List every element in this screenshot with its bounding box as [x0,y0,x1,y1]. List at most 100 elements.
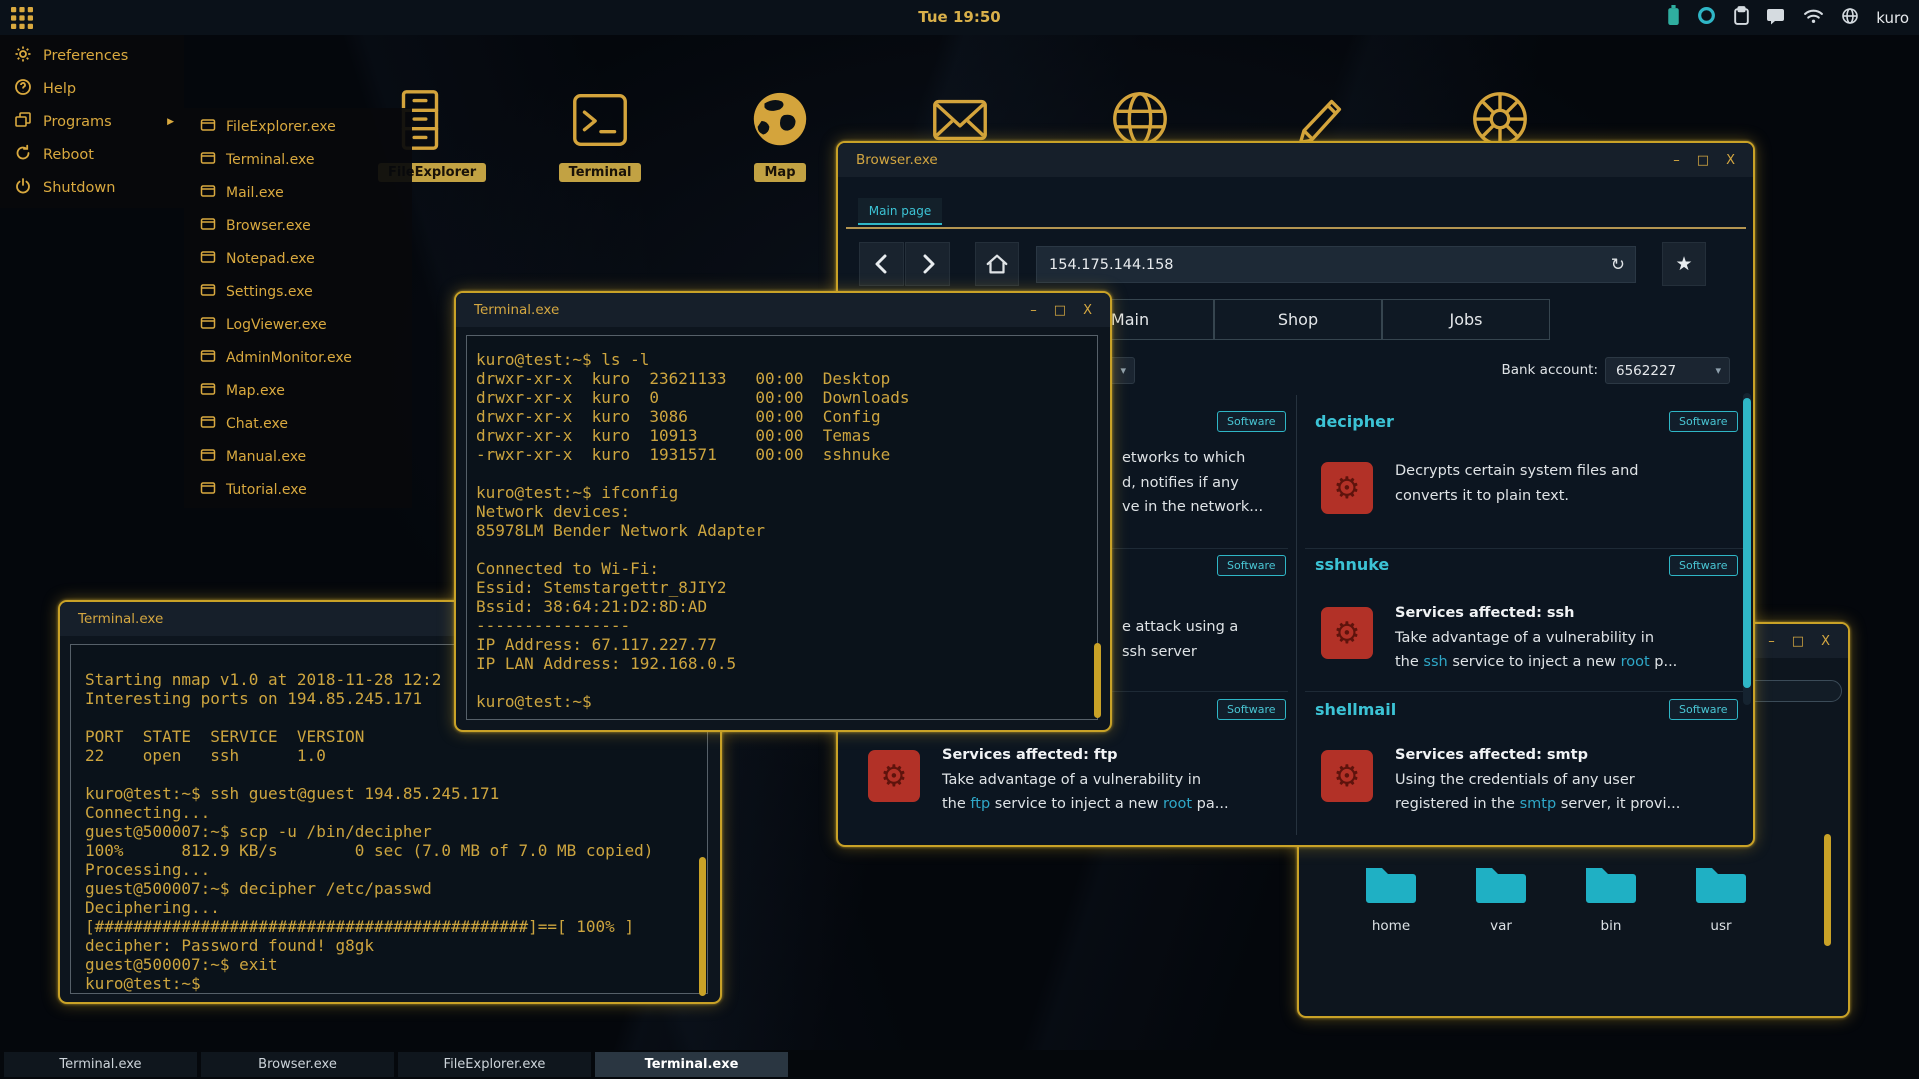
gear-icon [14,45,32,67]
forward-button[interactable] [905,242,950,286]
submenu-item-label: Notepad.exe [226,251,315,267]
tab-jobs[interactable]: Jobs [1382,299,1550,340]
maximize-button[interactable]: □ [1792,634,1804,649]
tab-shop[interactable]: Shop [1214,299,1382,340]
menu-item-shutdown[interactable]: Shutdown [0,171,184,204]
submenu-item-label: LogViewer.exe [226,317,327,333]
desktop-icon-label: Terminal [559,163,642,182]
terminal-icon [566,138,634,157]
software-description: Services affected: ssh Take advantage of… [1395,601,1677,675]
menu-item-label: Reboot [43,147,94,163]
browser-page-tab[interactable]: Main page [858,198,942,225]
software-description: Services affected: ftp Take advantage of… [942,743,1229,817]
submenu-item-mail[interactable]: Mail.exe [184,176,412,209]
submenu-item-label: AdminMonitor.exe [226,350,352,366]
clock: Tue 19:50 [0,0,1919,35]
chat-icon [1767,7,1786,29]
scrollbar-thumb[interactable] [1743,398,1751,688]
menu-item-preferences[interactable]: Preferences [0,39,184,72]
menu-item-help[interactable]: Help [0,72,184,105]
window-icon [200,382,216,400]
submenu-item-label: Mail.exe [226,185,284,201]
battery-icon [1667,5,1680,30]
software-badge: Software [1669,699,1738,720]
bank-account-label: Bank account: [1438,357,1598,384]
software-badge: Software [1669,555,1738,576]
window-icon [200,481,216,499]
gear-glyph-icon: ⚙ [1334,616,1361,651]
software-badge: Software [1217,699,1286,720]
folder-label: var [1446,918,1556,934]
submenu-item-manual[interactable]: Manual.exe [184,440,412,473]
software-badge: Software [1669,411,1738,432]
folder-icon [1363,894,1419,910]
window-title: Terminal.exe [474,302,559,318]
submenu-item-label: Terminal.exe [226,152,314,168]
column-divider [1296,395,1297,835]
maximize-button[interactable]: □ [1697,153,1709,168]
home-button[interactable] [975,242,1019,286]
taskbar-item-browser[interactable]: Browser.exe [201,1052,394,1077]
folder-home[interactable]: home [1336,862,1446,934]
menu-item-programs[interactable]: Programs ▶ [0,105,184,138]
minimize-button[interactable]: – [1768,634,1775,649]
terminal-window-front: Terminal.exe – □ X kuro@test:~$ ls -l dr… [454,291,1112,732]
software-title[interactable]: decipher [1315,412,1394,431]
submenu-item-fileexplorer[interactable]: FileExplorer.exe [184,110,412,143]
status-circle-icon [1697,6,1716,29]
programs-icon [14,111,32,133]
maximize-button[interactable]: □ [1054,303,1066,318]
taskbar-item-fileexplorer[interactable]: FileExplorer.exe [398,1052,591,1077]
minimize-button[interactable]: – [1030,303,1037,318]
scrollbar-thumb[interactable] [1094,643,1101,718]
tab-separator-line [846,227,1746,229]
bookmark-button[interactable]: ★ [1662,242,1706,286]
submenu-item-browser[interactable]: Browser.exe [184,209,412,242]
taskbar-item-terminal-1[interactable]: Terminal.exe [4,1052,197,1077]
taskbar: Terminal.exe Browser.exe FileExplorer.ex… [0,1050,1919,1079]
submenu-item-tutorial[interactable]: Tutorial.exe [184,473,412,506]
submenu-item-notepad[interactable]: Notepad.exe [184,242,412,275]
scrollbar-thumb[interactable] [699,857,706,996]
folder-label: bin [1556,918,1666,934]
submenu-item-settings[interactable]: Settings.exe [184,275,412,308]
submenu-item-logviewer[interactable]: LogViewer.exe [184,308,412,341]
bank-account-dropdown[interactable]: 6562227 ▾ [1605,357,1730,384]
refresh-icon[interactable]: ↻ [1611,255,1625,275]
folder-usr[interactable]: usr [1666,862,1776,934]
submenu-item-map[interactable]: Map.exe [184,374,412,407]
browser-titlebar[interactable]: Browser.exe – □ X [838,143,1753,177]
clipboard-icon [1733,6,1750,30]
submenu-item-adminmonitor[interactable]: AdminMonitor.exe [184,341,412,374]
close-button[interactable]: X [1821,634,1830,649]
folder-var[interactable]: var [1446,862,1556,934]
help-icon [14,78,32,100]
close-button[interactable]: X [1726,153,1735,168]
star-icon: ★ [1675,253,1692,275]
terminal-titlebar[interactable]: Terminal.exe – □ X [456,293,1110,327]
submenu-item-chat[interactable]: Chat.exe [184,407,412,440]
window-icon [200,349,216,367]
back-button[interactable] [859,242,904,286]
programs-submenu: FileExplorer.exe Terminal.exe Mail.exe B… [184,108,412,508]
wifi-icon [1803,7,1824,28]
terminal-output[interactable]: kuro@test:~$ ls -l drwxr-xr-x kuro 23621… [476,350,909,711]
menu-item-reboot[interactable]: Reboot [0,138,184,171]
software-title[interactable]: shellmail [1315,700,1396,719]
window-icon [200,415,216,433]
desktop-icon-map[interactable]: Map [738,87,822,182]
submenu-item-terminal[interactable]: Terminal.exe [184,143,412,176]
software-description: Services affected: smtp Using the creden… [1395,743,1680,817]
start-menu: Preferences Help Programs ▶ Reboot [0,35,184,208]
taskbar-item-terminal-2[interactable]: Terminal.exe [595,1052,788,1077]
folder-bin[interactable]: bin [1556,862,1666,934]
close-button[interactable]: X [1083,303,1092,318]
minimize-button[interactable]: – [1673,153,1680,168]
url-input[interactable] [1049,257,1611,273]
desktop-icon-label: Map [754,163,805,182]
software-badge: Software [1217,555,1286,576]
desktop-icon-terminal[interactable]: Terminal [558,87,642,182]
software-description: etworks to which d, notifies if any ve i… [1122,446,1263,520]
scrollbar-thumb[interactable] [1824,834,1831,946]
software-title[interactable]: sshnuke [1315,555,1389,574]
